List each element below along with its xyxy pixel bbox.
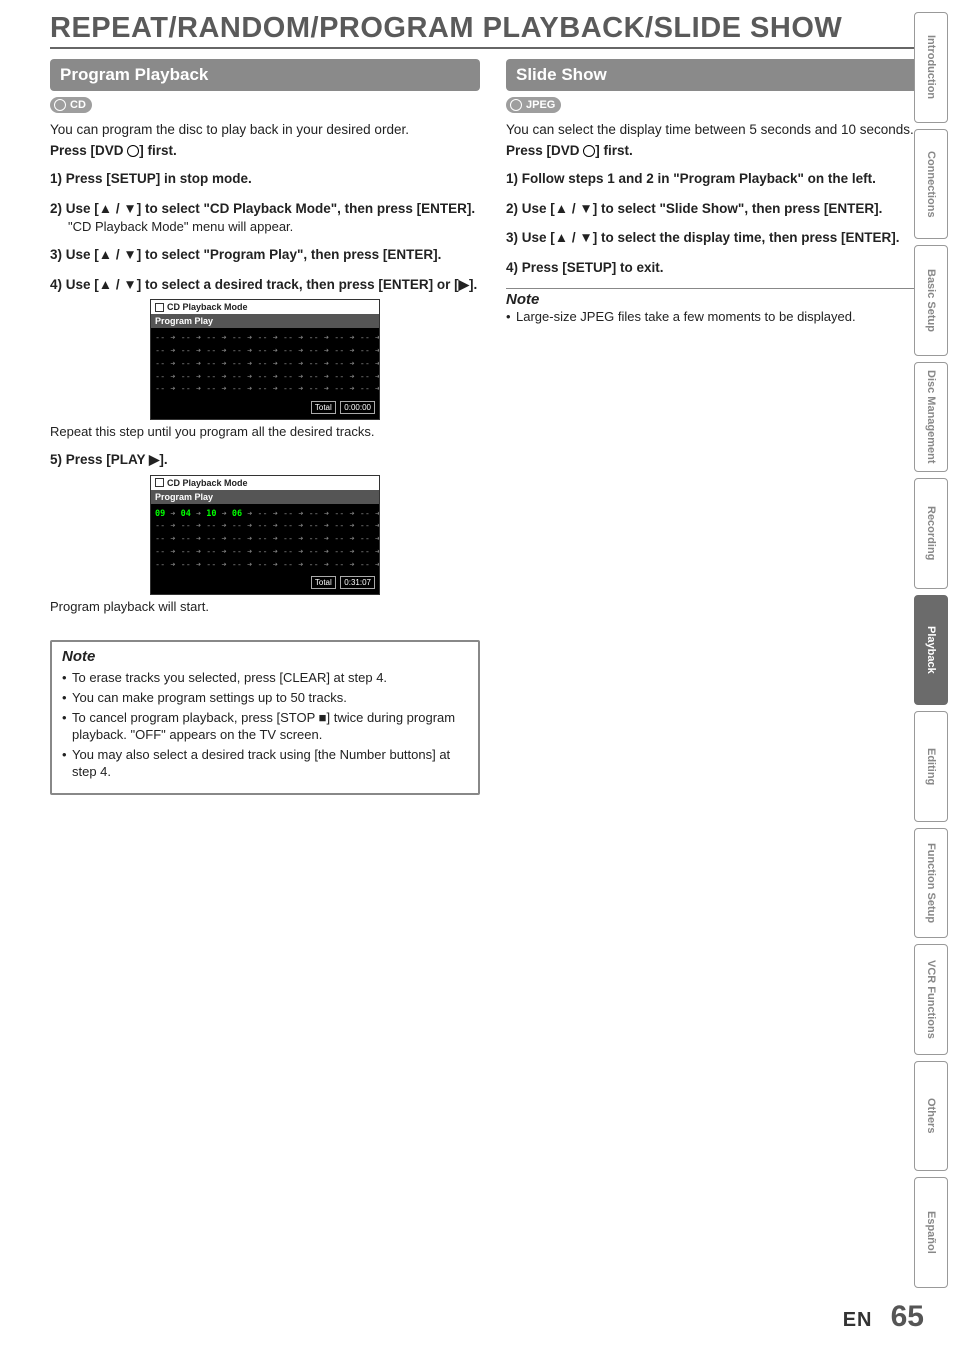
disc-icon bbox=[510, 99, 522, 111]
right-step-2: 2) Use [▲ / ▼] to select "Slide Show", t… bbox=[506, 200, 936, 218]
right-step-3: 3) Use [▲ / ▼] to select the display tim… bbox=[506, 229, 936, 247]
slideshow-intro: You can select the display time between … bbox=[506, 121, 936, 139]
osd2-total-label: Total bbox=[311, 576, 336, 589]
tab-recording[interactable]: Recording bbox=[914, 478, 948, 589]
note-heading-left: Note bbox=[62, 648, 468, 665]
left-step-2: 2) Use [▲ / ▼] to select "CD Playback Mo… bbox=[50, 200, 480, 218]
right-step-4: 4) Press [SETUP] to exit. bbox=[506, 259, 936, 277]
tab-function-setup[interactable]: Function Setup bbox=[914, 828, 948, 939]
tab-others[interactable]: Others bbox=[914, 1061, 948, 1172]
tab-basic-setup[interactable]: Basic Setup bbox=[914, 245, 948, 356]
footer-lang: EN bbox=[843, 1309, 873, 1331]
cd-badge-label: CD bbox=[70, 99, 86, 111]
jpeg-badge-label: JPEG bbox=[526, 99, 555, 111]
osd2-grid: 09 ➔ 04 ➔ 10 ➔ 06 ➔ -- ➔ -- ➔ -- ➔ -- ➔ … bbox=[151, 504, 379, 574]
note-item: To cancel program playback, press [STOP … bbox=[62, 709, 468, 744]
note-heading-right: Note bbox=[506, 288, 936, 308]
side-tabs: Introduction Connections Basic Setup Dis… bbox=[914, 12, 948, 1288]
left-after-2: Program playback will start. bbox=[50, 599, 480, 614]
osd1-title: CD Playback Mode bbox=[167, 302, 248, 312]
osd-icon bbox=[155, 303, 164, 312]
press-dvd-first-left: Press [DVD ] first. bbox=[50, 143, 480, 158]
dvd-button-icon bbox=[127, 145, 139, 157]
left-note-box: Note To erase tracks you selected, press… bbox=[50, 640, 480, 794]
osd-panel-2: CD Playback Mode Program Play 09 ➔ 04 ➔ … bbox=[150, 475, 380, 596]
osd2-sub: Program Play bbox=[151, 490, 379, 504]
page-title: REPEAT/RANDOM/PROGRAM PLAYBACK/SLIDE SHO… bbox=[50, 12, 936, 45]
osd1-total-label: Total bbox=[311, 401, 336, 414]
left-after-1: Repeat this step until you program all t… bbox=[50, 424, 480, 439]
left-step-4: 4) Use [▲ / ▼] to select a desired track… bbox=[50, 276, 480, 294]
right-step-1: 1) Follow steps 1 and 2 in "Program Play… bbox=[506, 170, 936, 188]
tab-disc-management[interactable]: Disc Management bbox=[914, 362, 948, 473]
tab-editing[interactable]: Editing bbox=[914, 711, 948, 822]
right-note: Note Large-size JPEG files take a few mo… bbox=[506, 288, 936, 326]
program-playback-heading: Program Playback bbox=[50, 59, 480, 91]
dvd-button-icon bbox=[583, 145, 595, 157]
note-item: You may also select a desired track usin… bbox=[62, 746, 468, 781]
footer-page-number: 65 bbox=[891, 1300, 924, 1333]
left-step-1: 1) Press [SETUP] in stop mode. bbox=[50, 170, 480, 188]
slide-show-heading: Slide Show bbox=[506, 59, 936, 91]
tab-playback[interactable]: Playback bbox=[914, 595, 948, 706]
left-column: Program Playback CD You can program the … bbox=[50, 59, 480, 795]
tab-espanol[interactable]: Español bbox=[914, 1177, 948, 1288]
osd1-sub: Program Play bbox=[151, 314, 379, 328]
osd2-total-time: 0:31:07 bbox=[340, 576, 375, 589]
left-step-3: 3) Use [▲ / ▼] to select "Program Play",… bbox=[50, 246, 480, 264]
jpeg-badge: JPEG bbox=[506, 97, 561, 113]
right-column: Slide Show JPEG You can select the displ… bbox=[506, 59, 936, 795]
osd2-title: CD Playback Mode bbox=[167, 478, 248, 488]
osd1-total-time: 0:00:00 bbox=[340, 401, 375, 414]
right-note-item: Large-size JPEG files take a few moments… bbox=[506, 308, 936, 326]
note-item: To erase tracks you selected, press [CLE… bbox=[62, 669, 468, 687]
tab-connections[interactable]: Connections bbox=[914, 129, 948, 240]
disc-icon bbox=[54, 99, 66, 111]
osd1-grid: -- ➔ -- ➔ -- ➔ -- ➔ -- ➔ -- ➔ -- ➔ -- ➔ … bbox=[151, 328, 379, 398]
osd-panel-1: CD Playback Mode Program Play -- ➔ -- ➔ … bbox=[150, 299, 380, 420]
osd-icon bbox=[155, 478, 164, 487]
page-footer: EN 65 bbox=[843, 1300, 924, 1334]
left-step-5: 5) Press [PLAY ▶]. bbox=[50, 451, 480, 469]
cd-badge: CD bbox=[50, 97, 92, 113]
tab-introduction[interactable]: Introduction bbox=[914, 12, 948, 123]
note-item: You can make program settings up to 50 t… bbox=[62, 689, 468, 707]
left-step-2-sub: "CD Playback Mode" menu will appear. bbox=[68, 219, 480, 234]
press-dvd-first-right: Press [DVD ] first. bbox=[506, 143, 936, 158]
program-intro: You can program the disc to play back in… bbox=[50, 121, 480, 139]
tab-vcr-functions[interactable]: VCR Functions bbox=[914, 944, 948, 1055]
